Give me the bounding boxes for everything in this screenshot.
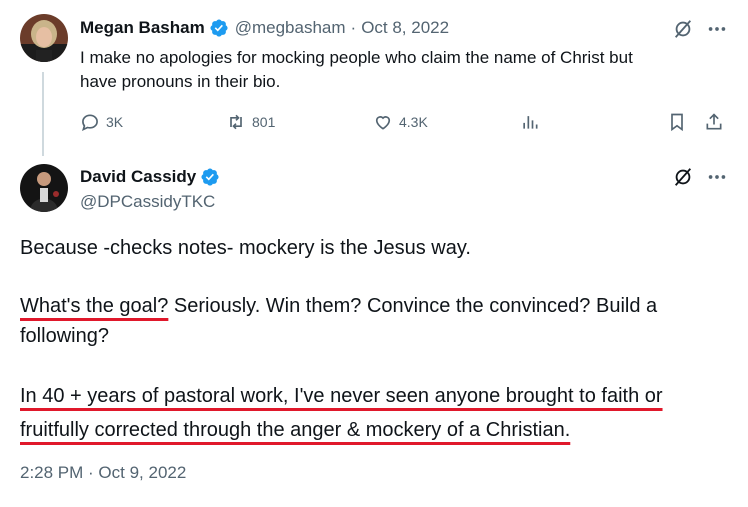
- quoted-post-action-bar: 3K 801 4.3K: [80, 112, 730, 136]
- like-button[interactable]: 4.3K: [373, 112, 428, 132]
- share-button[interactable]: [704, 112, 730, 132]
- main-post-header: David Cassidy: [80, 165, 220, 189]
- post-date[interactable]: Oct 8, 2022: [361, 18, 449, 38]
- annotated-underline-line-2: fruitfully corrected through the anger &…: [20, 419, 571, 441]
- paragraph-2-line-1: What's the goal? Seriously. Win them? Co…: [20, 291, 735, 321]
- main-author-handle[interactable]: @DPCassidyTKC: [80, 190, 215, 214]
- grok-icon[interactable]: [672, 18, 694, 40]
- post-timestamp[interactable]: 2:28 PM · Oct 9, 2022: [20, 463, 186, 483]
- main-post-paragraph-1: Because -checks notes- mockery is the Je…: [20, 237, 471, 259]
- avatar-david-cassidy[interactable]: [20, 164, 68, 212]
- verified-badge-icon: [209, 18, 229, 38]
- quoted-post-header: Megan Basham @megbasham · Oct 8, 2022: [80, 16, 449, 40]
- views-button[interactable]: [520, 112, 546, 132]
- quoted-post-text: I make no apologies for mocking people w…: [80, 46, 633, 94]
- main-post-paragraph-2: What's the goal? Seriously. Win them? Co…: [20, 291, 735, 351]
- like-count: 4.3K: [399, 114, 428, 130]
- avatar-megan-basham[interactable]: [20, 14, 68, 62]
- verified-badge-icon: [200, 167, 220, 187]
- grok-icon[interactable]: [672, 166, 694, 188]
- author-handle[interactable]: @megbasham: [235, 18, 346, 38]
- quoted-post-top-actions: [672, 18, 728, 40]
- paragraph-3-line-1: In 40 + years of pastoral work, I've nev…: [20, 381, 735, 411]
- reply-count: 3K: [106, 114, 124, 130]
- more-icon[interactable]: [706, 166, 728, 188]
- views-icon: [523, 116, 538, 129]
- quoted-text-line-1: I make no apologies for mocking people w…: [80, 48, 633, 67]
- reply-icon: [81, 114, 98, 132]
- main-post-paragraph-3: In 40 + years of pastoral work, I've nev…: [20, 381, 735, 445]
- author-name[interactable]: Megan Basham: [80, 18, 205, 38]
- more-icon[interactable]: [706, 18, 728, 40]
- paragraph-2-line-1-rest: Seriously. Win them? Convince the convin…: [168, 295, 658, 317]
- avatar-image: [20, 164, 68, 212]
- quoted-text-line-2: have pronouns in their bio.: [80, 72, 281, 91]
- annotated-underline-goal: What's the goal?: [20, 295, 169, 317]
- paragraph-2-line-2: following?: [20, 325, 109, 347]
- reply-button[interactable]: 3K: [80, 112, 123, 132]
- repost-count: 801: [252, 114, 276, 130]
- annotated-underline-line-1: In 40 + years of pastoral work, I've nev…: [20, 385, 663, 407]
- share-icon: [706, 113, 722, 130]
- main-post-top-actions: [672, 166, 728, 188]
- thread-connector-line: [42, 72, 44, 156]
- header-separator: ·: [350, 18, 357, 37]
- bookmark-icon: [671, 113, 683, 132]
- avatar-image: [20, 14, 68, 62]
- repost-button[interactable]: 801: [226, 112, 275, 132]
- paragraph-3-line-2: fruitfully corrected through the anger &…: [20, 415, 735, 445]
- bookmark-button[interactable]: [667, 112, 693, 132]
- author-name[interactable]: David Cassidy: [80, 167, 196, 187]
- like-icon: [375, 116, 391, 130]
- repost-icon: [230, 114, 242, 130]
